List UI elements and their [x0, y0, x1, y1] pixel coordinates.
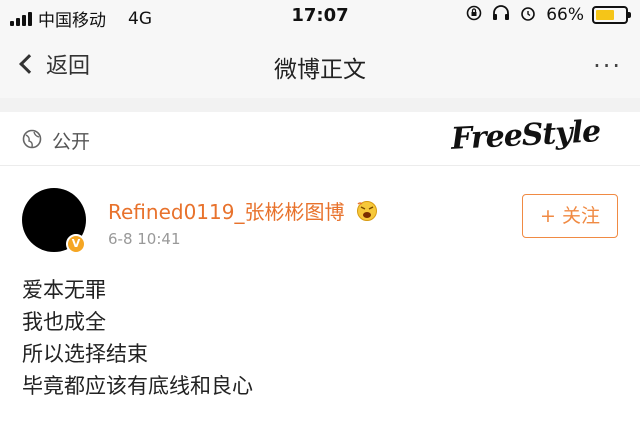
freestyle-watermark: FreeStyle	[449, 114, 601, 157]
battery-fill	[596, 10, 615, 20]
post-line: 所以选择结束	[22, 342, 148, 366]
globe-icon	[22, 129, 42, 153]
post-timestamp: 6-8 10:41	[108, 230, 181, 248]
lock-rotation-icon	[466, 5, 482, 25]
verified-badge: V	[66, 234, 86, 254]
emoji-badge-icon	[355, 200, 379, 227]
post-card: V Refined0119_张彬彬图博 6-8 10:41 + 关注 爱本无罪 …	[0, 166, 640, 422]
battery-icon	[592, 6, 631, 24]
visibility-bar: 公开 FreeStyle	[0, 112, 640, 166]
post-body: 爱本无罪 我也成全 所以选择结束 毕竟都应该有底线和良心	[22, 274, 253, 402]
alarm-icon	[520, 5, 536, 25]
page-title: 微博正文	[274, 57, 366, 83]
follow-button[interactable]: + 关注	[522, 194, 618, 238]
username[interactable]: Refined0119_张彬彬图博	[108, 196, 379, 227]
headphones-icon	[492, 5, 510, 25]
nav-bar: 返回 微博正文 ···	[0, 34, 640, 98]
more-options-button[interactable]: ···	[593, 52, 622, 80]
status-right: 66%	[466, 5, 631, 25]
battery-percent: 66%	[546, 5, 584, 25]
status-bar: 中国移动 4G 17:07 66%	[0, 0, 640, 34]
post-line: 爱本无罪	[22, 278, 106, 302]
post-line: 毕竟都应该有底线和良心	[22, 374, 253, 398]
visibility-label: 公开	[52, 131, 91, 153]
post-line: 我也成全	[22, 310, 106, 334]
username-text: Refined0119_张彬彬图博	[108, 200, 345, 224]
